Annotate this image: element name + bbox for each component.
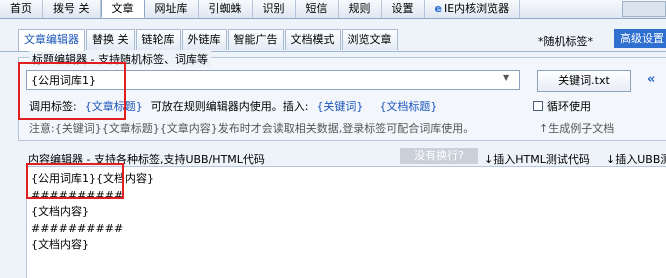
highlight-box [26, 163, 124, 199]
subtab-smart-ads[interactable]: 智能广告 [227, 29, 284, 50]
menu-tab-sms[interactable]: 短信 [296, 0, 339, 18]
loop-use-label: 循环使用 [547, 100, 591, 113]
advanced-settings-button[interactable]: 高级设置 [614, 29, 666, 48]
no-line-break-button[interactable]: 没有换行? [400, 148, 478, 164]
highlight-box [18, 62, 126, 120]
keyword-file-button[interactable]: 关键词.txt [537, 70, 631, 92]
subtab-document-mode[interactable]: 文档模式 [284, 29, 341, 50]
menu-tab-rules[interactable]: 规则 [339, 0, 382, 18]
main-menu-bar: 首页 拨号 关 文章 网址库 引蜘蛛 识别 短信 规则 设置 e IE内核浏览器 [0, 0, 666, 19]
insert-keyword-link[interactable]: {关键词} [316, 98, 363, 114]
content-line: ########## [31, 221, 124, 235]
subtab-article-editor[interactable]: 文章编辑器 [18, 29, 85, 51]
window-control-button[interactable] [622, 1, 666, 17]
editor-tab-bar: 文章编辑器 替换 关 链轮库 外链库 智能广告 文档模式 浏览文章 *随机标签*… [0, 20, 666, 52]
tag-hint: 可放在规则编辑器内使用。插入: [150, 100, 309, 113]
menu-tab-url-library[interactable]: 网址库 [145, 0, 199, 18]
subtab-external-links[interactable]: 外链库 [181, 29, 227, 50]
checkbox-icon[interactable] [533, 101, 543, 111]
menu-tab-settings[interactable]: 设置 [382, 0, 425, 18]
content-line: {文档内容} [31, 205, 89, 218]
menu-tab-home[interactable]: 首页 [0, 0, 43, 18]
chevron-down-icon[interactable]: ▼ [503, 73, 509, 82]
menu-tab-article[interactable]: 文章 [100, 0, 145, 18]
ie-browser-icon: e [434, 2, 442, 15]
menu-tab-recognize[interactable]: 识别 [253, 0, 296, 18]
content-line: {公用词库1}{文档内容} [31, 172, 154, 185]
loop-use-checkbox[interactable]: 循环使用 [533, 98, 591, 114]
menu-tab-dial[interactable]: 拨号 关 [43, 0, 101, 18]
note-text: 注意:{关键词}{文章标题}{文章内容}发布时才会读取相关数据,登录标签可配合词… [29, 122, 475, 135]
subtab-browse-article[interactable]: 浏览文章 [341, 29, 398, 50]
random-tag-dropdown[interactable]: *随机标签* [538, 33, 593, 49]
menu-tab-ie-browser[interactable]: e IE内核浏览器 [425, 0, 521, 18]
insert-ubb-test-button[interactable]: ↓插入UBB测 [606, 151, 666, 167]
ie-tab-label: IE内核浏览器 [443, 2, 510, 15]
insert-html-test-button[interactable]: ↓插入HTML测试代码 [484, 151, 590, 167]
content-line: {文档内容} [31, 238, 89, 251]
subtab-replace[interactable]: 替换 关 [86, 29, 135, 50]
double-chevron-left-icon[interactable]: « [647, 72, 655, 87]
generate-sample-link[interactable]: ↑生成例子文档 [539, 120, 614, 136]
menu-tab-spider[interactable]: 引蜘蛛 [199, 0, 253, 18]
insert-title-link[interactable]: {文档标题} [379, 98, 437, 114]
content-line: ########## [31, 188, 124, 202]
subtab-link-wheel[interactable]: 链轮库 [135, 29, 181, 50]
